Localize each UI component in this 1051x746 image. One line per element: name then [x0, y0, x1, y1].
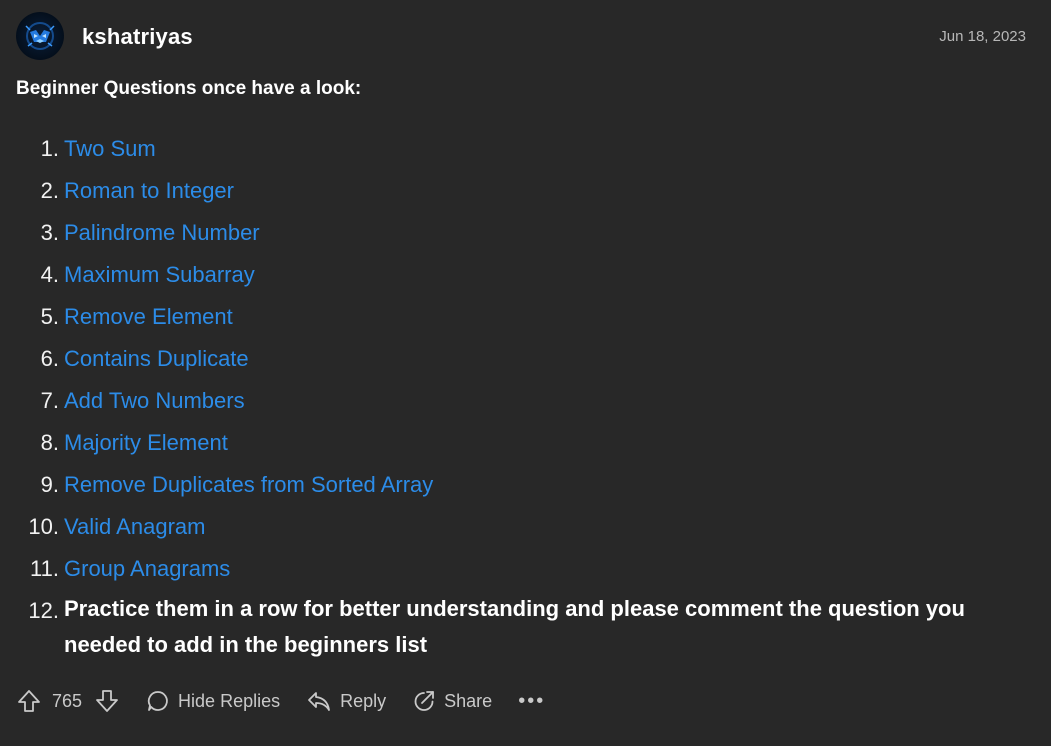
question-link[interactable]: Valid Anagram	[64, 514, 205, 540]
question-list: 1. Two Sum 2. Roman to Integer 3. Palind…	[16, 132, 1026, 674]
list-number: 4.	[40, 262, 59, 287]
comment-post: kshatriyas Jun 18, 2023 Beginner Questio…	[0, 0, 1051, 746]
reply-button[interactable]: Reply	[306, 689, 386, 713]
reply-label: Reply	[340, 690, 387, 711]
list-item: 2. Roman to Integer	[16, 174, 1026, 216]
question-link[interactable]: Maximum Subarray	[64, 262, 255, 288]
avatar-image-icon	[25, 22, 55, 50]
list-number: 7.	[40, 388, 59, 413]
list-item: 3. Palindrome Number	[16, 216, 1026, 258]
list-item: 4. Maximum Subarray	[16, 258, 1026, 300]
upvote-button[interactable]	[16, 688, 42, 714]
list-item: 12. Practice them in a row for better un…	[16, 594, 1026, 674]
comment-actions: 765 Hide Replies Reply Share •••	[16, 684, 545, 718]
list-item: 1. Two Sum	[16, 132, 1026, 174]
arrow-up-icon	[18, 690, 40, 712]
hide-replies-label: Hide Replies	[178, 690, 281, 711]
list-item: 5. Remove Element	[16, 300, 1026, 342]
list-number: 5.	[40, 304, 59, 329]
username[interactable]: kshatriyas	[82, 24, 193, 50]
question-link[interactable]: Majority Element	[64, 430, 228, 456]
question-link[interactable]: Two Sum	[64, 136, 156, 162]
vote-count: 765	[52, 690, 83, 711]
downvote-button[interactable]	[94, 688, 120, 714]
question-link[interactable]: Add Two Numbers	[64, 388, 245, 414]
list-item: 7. Add Two Numbers	[16, 384, 1026, 426]
hide-replies-button[interactable]: Hide Replies	[146, 689, 280, 713]
question-link[interactable]: Palindrome Number	[64, 220, 260, 246]
list-number: 9.	[40, 472, 59, 497]
comment-bubble-icon	[147, 691, 168, 711]
more-options-icon[interactable]: •••	[518, 690, 545, 713]
list-number: 1.	[40, 136, 59, 161]
list-number: 2.	[40, 178, 59, 203]
list-item: 11. Group Anagrams	[16, 552, 1026, 594]
practice-note: Practice them in a row for better unders…	[64, 596, 965, 657]
reply-arrow-icon	[308, 692, 331, 711]
post-title: Beginner Questions once have a look:	[16, 78, 362, 99]
list-number: 6.	[40, 346, 59, 371]
list-number: 8.	[40, 430, 59, 455]
share-button[interactable]: Share	[412, 689, 492, 713]
post-date: Jun 18, 2023	[939, 28, 1026, 45]
question-link[interactable]: Remove Duplicates from Sorted Array	[64, 472, 433, 498]
question-link[interactable]: Group Anagrams	[64, 556, 230, 582]
question-link[interactable]: Roman to Integer	[64, 178, 234, 204]
avatar[interactable]	[16, 12, 64, 60]
question-link[interactable]: Contains Duplicate	[64, 346, 249, 372]
list-item: 9. Remove Duplicates from Sorted Array	[16, 468, 1026, 510]
list-number: 11.	[30, 556, 59, 581]
question-link[interactable]: Remove Element	[64, 304, 233, 330]
list-number: 3.	[40, 220, 59, 245]
list-item: 8. Majority Element	[16, 426, 1026, 468]
list-number: 10.	[28, 514, 59, 539]
list-item: 6. Contains Duplicate	[16, 342, 1026, 384]
share-icon	[414, 691, 435, 711]
arrow-down-icon	[96, 690, 118, 712]
list-item: 10. Valid Anagram	[16, 510, 1026, 552]
share-label: Share	[444, 690, 493, 711]
list-number: 12.	[28, 598, 59, 623]
comment-header: kshatriyas Jun 18, 2023	[16, 12, 1026, 62]
